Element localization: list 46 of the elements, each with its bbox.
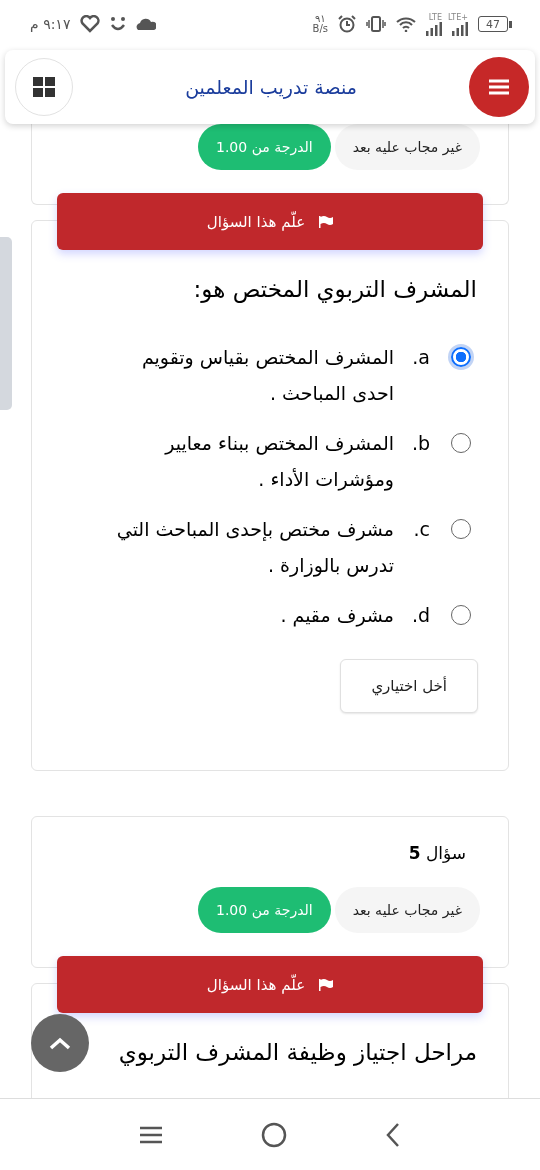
question-text: مراحل اجتياز وظيفة المشرف التربوي — [117, 1038, 477, 1068]
flag-icon — [319, 215, 334, 228]
back-icon[interactable] — [385, 1121, 401, 1148]
battery-level: 47 — [478, 16, 508, 32]
menu-button[interactable] — [469, 57, 529, 117]
answer-status-badge: غير مجاب عليه بعد — [334, 887, 480, 933]
grade-badge: الدرجة من 1.00 — [198, 124, 331, 170]
option-text[interactable]: مشرف مختص بإحدى المباحث التي تدرس بالوزارة . — [114, 511, 394, 583]
radio-button[interactable] — [451, 433, 471, 453]
menu-icon — [489, 79, 509, 95]
flag-icon — [319, 978, 334, 991]
speed-unit: B/s — [312, 24, 328, 34]
option-letter: c. — [412, 517, 430, 542]
radio-button[interactable] — [451, 519, 471, 539]
clear-choice-button[interactable]: أخل اختياري — [340, 659, 478, 713]
site-title: منصة تدريب المعلمين — [185, 76, 357, 98]
smiley-icon — [110, 16, 127, 32]
drawer-handle[interactable] — [0, 237, 12, 410]
alarm-icon — [338, 15, 356, 33]
wifi-icon — [396, 16, 416, 32]
recent-apps-icon[interactable] — [139, 1124, 163, 1145]
option-text[interactable]: المشرف المختص ببناء معايير ومؤشرات الأداء . — [114, 425, 394, 497]
vibrate-icon — [366, 16, 386, 32]
flag-question-button[interactable]: علّم هذا السؤال — [57, 193, 483, 250]
network-type-label: LTE — [428, 12, 442, 22]
radio-button[interactable] — [451, 605, 471, 625]
radio-button[interactable] — [451, 347, 471, 367]
signal-icon — [452, 21, 468, 36]
home-icon[interactable] — [261, 1121, 287, 1148]
heart-icon — [80, 15, 101, 33]
grid-icon — [33, 77, 55, 97]
speed-value: ٩١ — [314, 14, 326, 24]
option-letter: b. — [410, 431, 430, 456]
cloud-icon — [136, 18, 157, 30]
option-letter: d. — [410, 603, 430, 628]
flag-question-button[interactable]: علّم هذا السؤال — [57, 956, 483, 1013]
grade-badge: الدرجة من 1.00 — [198, 887, 331, 933]
network-type-label: LTE+ — [448, 12, 468, 22]
option-letter: a. — [411, 345, 430, 370]
signal-icon — [426, 21, 442, 36]
answer-status-badge: غير مجاب عليه بعد — [334, 124, 480, 170]
clock-time: ٩:١٧ م — [30, 16, 71, 32]
option-text[interactable]: مشرف مقيم . — [114, 597, 394, 633]
question-text: المشرف التربوي المختص هو: — [192, 275, 477, 305]
chevron-up-icon — [49, 1036, 71, 1050]
option-text[interactable]: المشرف المختص بقياس وتقويم احدى المباحث . — [114, 339, 394, 411]
